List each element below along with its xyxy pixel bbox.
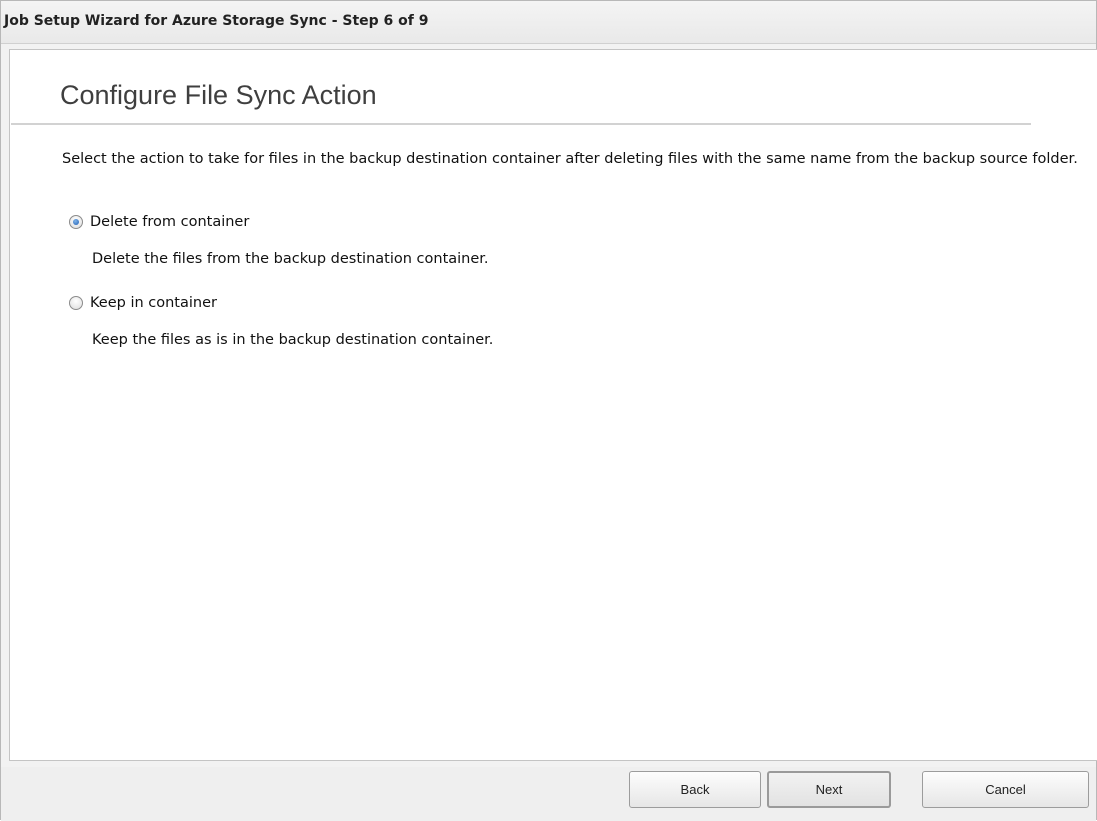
option-keep-in-container[interactable]: Keep in container <box>69 295 217 311</box>
wizard-window: Job Setup Wizard for Azure Storage Sync … <box>0 0 1097 821</box>
title-bar: Job Setup Wizard for Azure Storage Sync … <box>1 1 1096 44</box>
option-delete-from-container[interactable]: Delete from container <box>69 214 249 230</box>
instruction-text: Select the action to take for files in t… <box>62 151 1078 167</box>
back-button[interactable]: Back <box>629 771 761 808</box>
cancel-button[interactable]: Cancel <box>922 771 1089 808</box>
button-bar: Back Next Cancel <box>1 767 1096 821</box>
radio-keep-in-container[interactable] <box>69 296 83 310</box>
next-button[interactable]: Next <box>767 771 891 808</box>
radio-delete-from-container[interactable] <box>69 215 83 229</box>
heading-divider <box>11 123 1031 125</box>
option-description-keep: Keep the files as is in the backup desti… <box>92 332 494 348</box>
option-label-delete[interactable]: Delete from container <box>90 214 249 230</box>
window-title: Job Setup Wizard for Azure Storage Sync … <box>4 13 429 29</box>
page-title: Configure File Sync Action <box>60 80 377 110</box>
option-description-delete: Delete the files from the backup destina… <box>92 251 489 267</box>
wizard-content-panel: Configure File Sync Action Select the ac… <box>9 49 1097 761</box>
option-label-keep[interactable]: Keep in container <box>90 295 217 311</box>
